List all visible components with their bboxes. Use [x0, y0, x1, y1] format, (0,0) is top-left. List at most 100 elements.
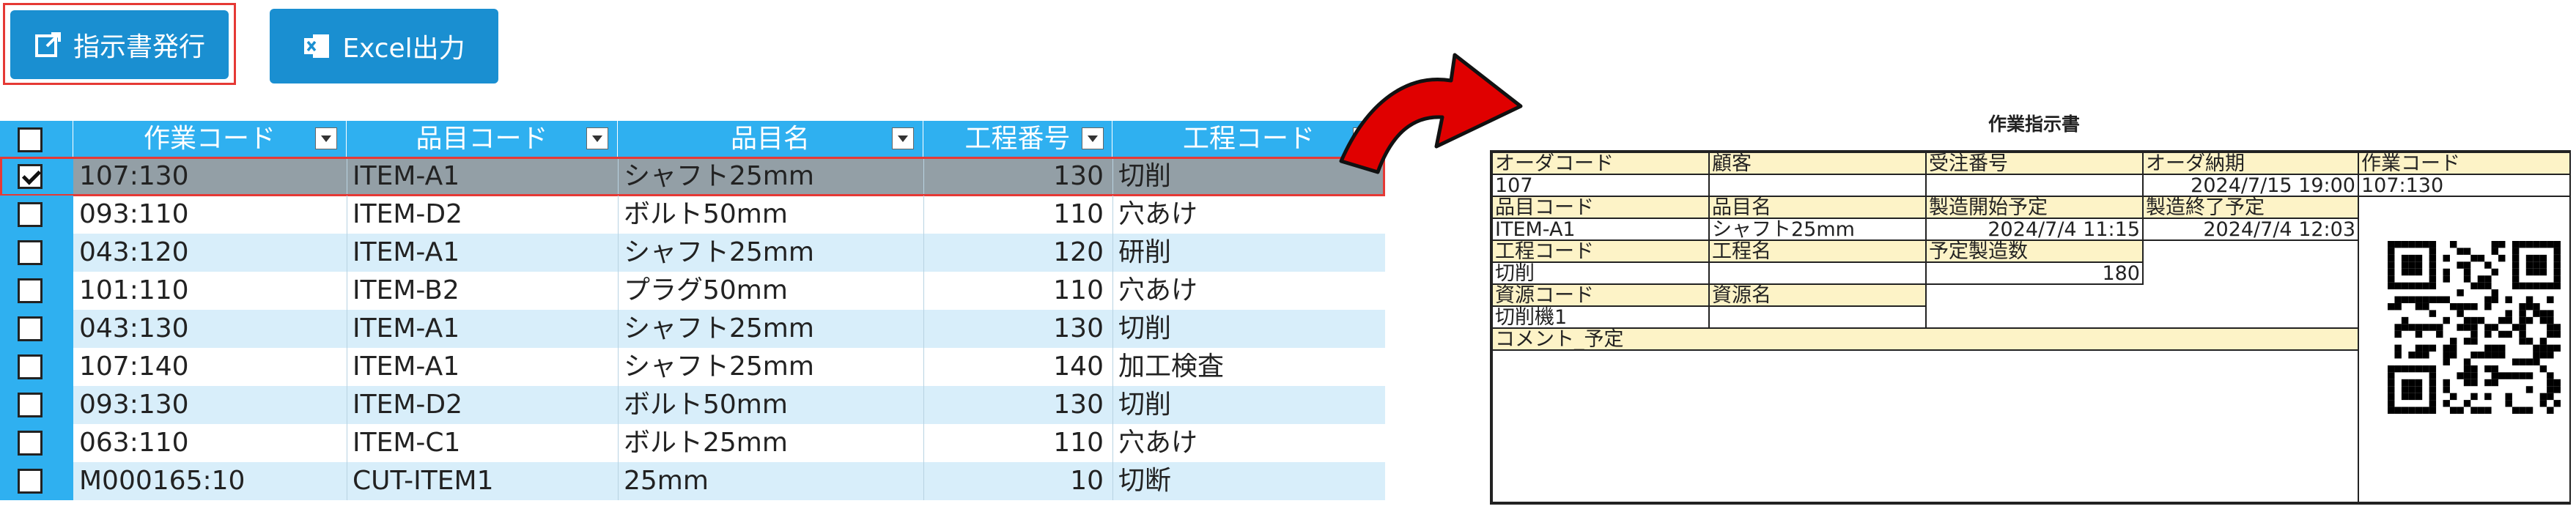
table-row[interactable]: M000165:10 CUT-ITEM1 25mm 10 切断	[0, 462, 1385, 500]
label-end: 製造終了予定	[2142, 196, 2359, 219]
select-all-checkbox[interactable]	[18, 127, 43, 152]
cell-process-code: 切削	[1118, 390, 1172, 420]
cell-process-code: 切削	[1118, 313, 1172, 343]
label-process-name: 工程名	[1708, 239, 1927, 263]
table-row[interactable]: 063:110 ITEM-C1 ボルト25mm 110 穴あけ	[0, 424, 1385, 462]
row-checkbox[interactable]	[18, 164, 43, 189]
cell-process-no: 10	[1070, 466, 1104, 496]
cell-process-code: 加工検査	[1118, 352, 1225, 382]
cell-item-code: ITEM-A1	[353, 161, 460, 191]
cell-item-name: ボルト25mm	[624, 428, 788, 458]
header-work-code[interactable]: 作業コード	[73, 121, 347, 157]
value-process-code: 切削	[1491, 261, 1710, 285]
grid-header: 作業コード 品目コード 品目名 工程番号 工程コード	[0, 121, 1385, 157]
column-separator	[618, 424, 619, 462]
cell-item-code: ITEM-D2	[353, 390, 463, 420]
cell-work-code: 063:110	[79, 428, 189, 458]
excel-export-button[interactable]: Excel出力	[270, 9, 498, 83]
table-row[interactable]: 107:140 ITEM-A1 シャフト25mm 140 加工検査	[0, 348, 1385, 386]
filter-dropdown-icon[interactable]	[315, 127, 337, 149]
row-checkbox[interactable]	[18, 469, 43, 494]
cell-process-code: 穴あけ	[1118, 428, 1198, 458]
column-separator	[923, 462, 924, 500]
cell-process-no: 120	[1053, 237, 1104, 267]
header-process-no[interactable]: 工程番号	[923, 121, 1112, 157]
cell-item-code: ITEM-B2	[353, 275, 460, 305]
column-separator	[923, 424, 924, 462]
cell-process-no: 110	[1053, 428, 1104, 458]
row-checkbox[interactable]	[18, 240, 43, 265]
cell-item-name: シャフト25mm	[624, 237, 814, 267]
column-separator	[618, 272, 619, 310]
table-row[interactable]: 093:110 ITEM-D2 ボルト50mm 110 穴あけ	[0, 196, 1385, 234]
cell-item-name: シャフト25mm	[624, 352, 814, 382]
row-checkbox[interactable]	[18, 431, 43, 456]
cell-process-no: 140	[1053, 352, 1104, 382]
column-separator	[618, 234, 619, 272]
cell-item-code: ITEM-A1	[353, 313, 460, 343]
table-row[interactable]: 107:130 ITEM-A1 シャフト25mm 130 切削	[0, 157, 1385, 196]
cell-work-code: 093:130	[79, 390, 189, 420]
column-separator	[1112, 310, 1113, 348]
issue-instruction-button[interactable]: 指示書発行	[10, 10, 229, 79]
cell-item-code: CUT-ITEM1	[353, 466, 494, 496]
filter-dropdown-icon[interactable]	[586, 127, 608, 149]
row-checkbox[interactable]	[18, 202, 43, 227]
column-separator	[1112, 424, 1113, 462]
value-work-code: 107:130	[2358, 174, 2571, 197]
value-item-name: シャフト25mm	[1708, 218, 1927, 241]
column-separator	[923, 348, 924, 386]
cell-work-code: M000165:10	[79, 466, 246, 496]
row-checkbox[interactable]	[18, 316, 43, 341]
row-checkbox[interactable]	[18, 393, 43, 417]
cell-item-name: シャフト25mm	[624, 313, 814, 343]
excel-icon	[304, 34, 330, 58]
cell-work-code: 043:130	[79, 313, 189, 343]
value-process-name	[1708, 261, 1927, 285]
cell-item-name: プラグ50mm	[624, 275, 788, 305]
table-row[interactable]: 093:130 ITEM-D2 ボルト50mm 130 切削	[0, 386, 1385, 424]
cell-process-no: 110	[1053, 199, 1104, 229]
row-checkbox[interactable]	[18, 278, 43, 303]
value-order-code: 107	[1491, 174, 1710, 197]
column-separator	[923, 196, 924, 234]
value-resource-name	[1708, 305, 1927, 329]
cell-item-name: シャフト25mm	[624, 161, 814, 191]
table-row[interactable]: 043:130 ITEM-A1 シャフト25mm 130 切削	[0, 310, 1385, 348]
label-item-code: 品目コード	[1491, 196, 1710, 219]
header-item-code[interactable]: 品目コード	[347, 121, 618, 157]
table-row[interactable]: 101:110 ITEM-B2 プラグ50mm 110 穴あけ	[0, 272, 1385, 310]
value-qty: 180	[1925, 261, 2144, 285]
label-start: 製造開始予定	[1925, 196, 2144, 219]
header-item-name[interactable]: 品目名	[618, 121, 923, 157]
value-item-code: ITEM-A1	[1491, 218, 1710, 241]
value-comment	[1491, 349, 2359, 503]
cell-process-code: 穴あけ	[1118, 199, 1198, 229]
cell-process-no: 130	[1053, 313, 1104, 343]
value-end: 2024/7/4 12:03	[2142, 218, 2359, 241]
cell-item-code: ITEM-A1	[353, 352, 460, 382]
cell-work-code: 107:130	[79, 161, 189, 191]
cell-item-name: ボルト50mm	[624, 390, 788, 420]
issue-button-label: 指示書発行	[73, 32, 205, 62]
external-link-icon	[34, 32, 61, 57]
filter-dropdown-icon[interactable]	[892, 127, 914, 149]
cell-item-name: 25mm	[624, 466, 709, 496]
column-separator	[1112, 462, 1113, 500]
header-select-cell	[0, 121, 73, 157]
table-row[interactable]: 043:120 ITEM-A1 シャフト25mm 120 研削	[0, 234, 1385, 272]
filter-dropdown-icon[interactable]	[1082, 127, 1104, 149]
column-separator	[923, 272, 924, 310]
cell-item-name: ボルト50mm	[624, 199, 788, 229]
column-separator	[1112, 157, 1113, 196]
qr-code-icon	[2388, 241, 2561, 414]
column-separator	[618, 310, 619, 348]
excel-button-label: Excel出力	[342, 34, 465, 64]
row-checkbox[interactable]	[18, 354, 43, 379]
work-instruction-document: オーダコード 顧客 受注番号 オーダ納期 作業コード 107 2024/7/15…	[1490, 150, 2571, 505]
cell-item-code: ITEM-C1	[353, 428, 461, 458]
column-separator	[1112, 348, 1113, 386]
cell-process-code: 切断	[1118, 466, 1172, 496]
column-separator	[618, 348, 619, 386]
column-separator	[618, 157, 619, 196]
